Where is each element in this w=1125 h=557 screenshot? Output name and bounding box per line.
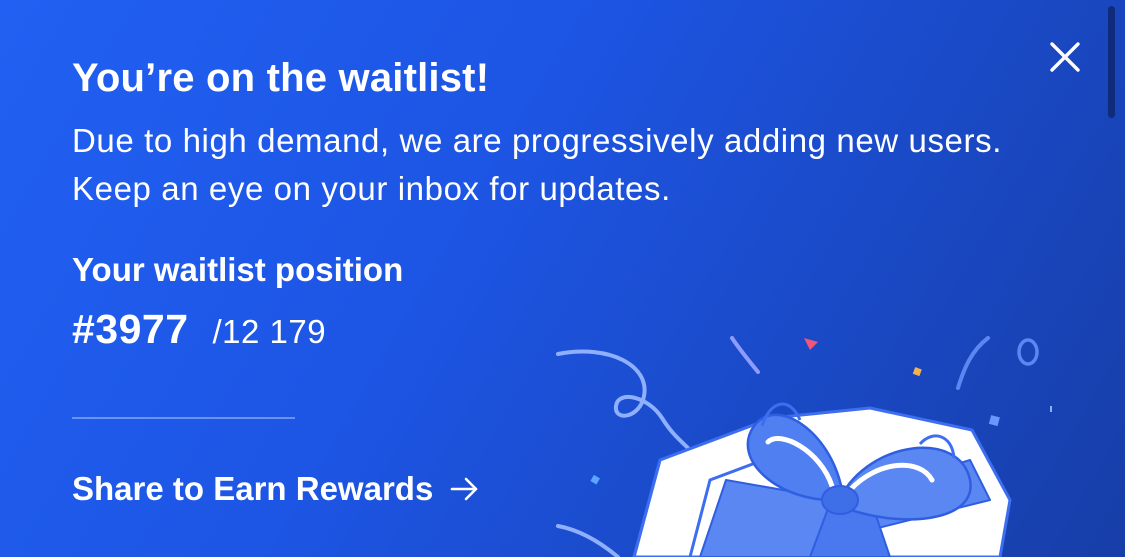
- divider: [72, 417, 295, 419]
- confetti: [590, 474, 600, 485]
- confetti-yellow: [912, 367, 922, 377]
- close-icon: [1050, 42, 1080, 72]
- gift-bow-knot: [821, 485, 859, 515]
- confetti-pink: [804, 338, 818, 350]
- share-rewards-link[interactable]: Share to Earn Rewards: [72, 470, 481, 508]
- confetti: [956, 336, 990, 390]
- arrow-right-icon: [450, 477, 478, 501]
- gift-box-illustration: [540, 330, 1080, 557]
- waitlist-total-count: /12 179: [212, 313, 327, 350]
- streamer: [556, 524, 620, 557]
- close-button[interactable]: [1046, 38, 1084, 76]
- dialog-title: You’re on the waitlist!: [72, 56, 490, 100]
- confetti: [988, 415, 1000, 427]
- confetti: [730, 336, 760, 374]
- confetti: [1017, 338, 1039, 366]
- waitlist-dialog: You’re on the waitlist! Due to high dema…: [0, 0, 1125, 557]
- waitlist-position-value: #3977: [72, 306, 189, 352]
- confetti: [1050, 406, 1052, 412]
- share-rewards-label: Share to Earn Rewards: [72, 470, 434, 507]
- scrollbar-thumb[interactable]: [1108, 6, 1115, 118]
- waitlist-position-label: Your waitlist position: [72, 251, 404, 288]
- dialog-description: Due to high demand, we are progressively…: [72, 122, 1002, 207]
- waitlist-position: #3977 /12 179: [72, 306, 326, 353]
- streamer: [556, 349, 690, 450]
